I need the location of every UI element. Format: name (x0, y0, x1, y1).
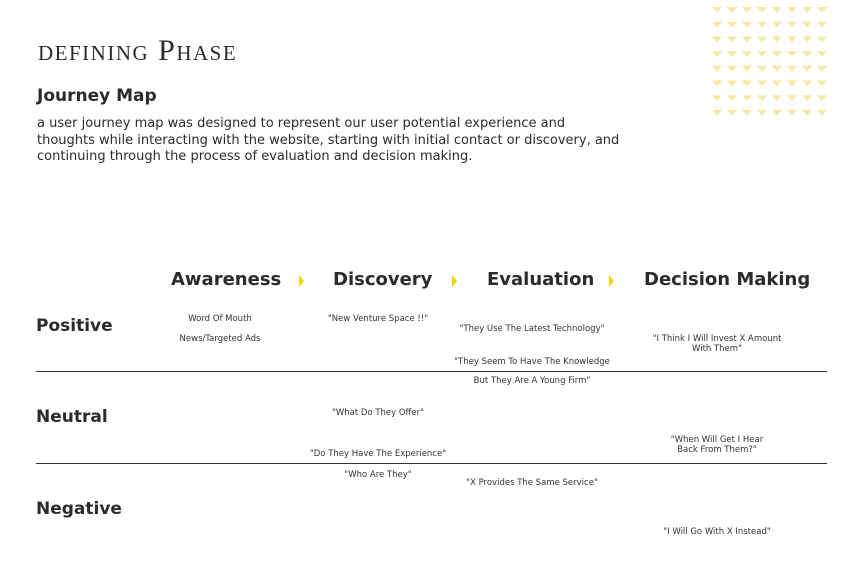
note-evaluation-same-service: "X Provides The Same Service" (466, 478, 598, 488)
note-decision-hear-back: "When Will Get I Hear Back From Them?" (671, 435, 763, 455)
decorative-triangle (772, 36, 782, 43)
decorative-triangle (802, 95, 812, 102)
decorative-triangle (802, 21, 812, 28)
row-label-neutral: Neutral (36, 407, 108, 427)
decorative-triangle (712, 36, 722, 43)
decorative-triangle (787, 36, 797, 43)
decorative-triangle (757, 21, 767, 28)
stage-awareness: Awareness (171, 269, 282, 290)
decorative-triangle (772, 51, 782, 58)
decorative-triangle (712, 95, 722, 102)
decorative-triangle (817, 7, 827, 13)
decorative-triangle (817, 80, 827, 87)
decorative-triangle (712, 109, 722, 116)
note-awareness-news-ads: News/Targeted Ads (179, 334, 261, 344)
decorative-triangle (727, 51, 737, 58)
decorative-triangle (757, 109, 767, 116)
decorative-triangle (742, 65, 752, 72)
stage-arrow-icon (452, 275, 457, 287)
stage-arrow-icon (299, 275, 304, 287)
row-label-negative: Negative (36, 499, 122, 519)
row-label-positive: Positive (36, 316, 113, 336)
decorative-triangle (712, 51, 722, 58)
decorative-triangle (772, 80, 782, 87)
decorative-triangle (742, 80, 752, 87)
decorative-triangle (817, 51, 827, 58)
note-line: Back From Them?" (677, 444, 757, 455)
decorative-triangle (727, 7, 737, 13)
decorative-triangle (817, 21, 827, 28)
decorative-triangle (787, 95, 797, 102)
decorative-triangle (772, 109, 782, 116)
decorative-triangle (727, 95, 737, 102)
decorative-triangle (757, 80, 767, 87)
section-heading: Journey Map (37, 86, 157, 106)
note-discovery-new-venture: "New Venture Space !!" (327, 314, 429, 324)
note-discovery-who-are-they: "Who Are They" (344, 470, 412, 480)
decorative-triangle-pattern (712, 7, 827, 116)
note-decision-invest: "I Think I Will Invest X Amount With The… (653, 334, 782, 354)
decorative-triangle (757, 65, 767, 72)
decorative-triangle (712, 7, 722, 13)
decorative-triangle (802, 7, 812, 13)
decorative-triangle (817, 36, 827, 43)
note-discovery-what-offer: "What Do They Offer" (331, 408, 425, 418)
note-decision-go-with-x: "I Will Go With X Instead" (663, 527, 771, 537)
stage-discovery: Discovery (333, 269, 433, 290)
stage-evaluation: Evaluation (487, 269, 595, 290)
row-divider (36, 371, 827, 372)
decorative-triangle (787, 21, 797, 28)
decorative-triangle (727, 65, 737, 72)
stage-arrow-icon (609, 275, 614, 287)
decorative-triangle (787, 51, 797, 58)
decorative-triangle (802, 51, 812, 58)
decorative-triangle (802, 65, 812, 72)
note-line: With Them" (691, 343, 742, 354)
decorative-triangle (787, 7, 797, 13)
decorative-triangle (727, 109, 737, 116)
section-description: a user journey map was designed to repre… (37, 116, 620, 164)
phase-title: defining Phase (38, 34, 238, 67)
decorative-triangle (757, 36, 767, 43)
decorative-triangle (727, 80, 737, 87)
decorative-triangle (742, 109, 752, 116)
decorative-triangle (817, 109, 827, 116)
decorative-triangle (712, 80, 722, 87)
decorative-triangle (802, 80, 812, 87)
decorative-triangle (772, 95, 782, 102)
decorative-triangle (757, 95, 767, 102)
decorative-triangle (757, 7, 767, 13)
note-evaluation-knowledge: "They Seem To Have The Knowledge (454, 357, 610, 367)
decorative-triangle (817, 95, 827, 102)
decorative-triangle (802, 36, 812, 43)
decorative-triangle (727, 36, 737, 43)
decorative-triangle (757, 51, 767, 58)
decorative-triangle (817, 65, 827, 72)
note-evaluation-latest-tech: "They Use The Latest Technology" (459, 324, 605, 334)
decorative-triangle (772, 65, 782, 72)
decorative-triangle (787, 65, 797, 72)
decorative-triangle (727, 21, 737, 28)
decorative-triangle (772, 21, 782, 28)
decorative-triangle (742, 21, 752, 28)
note-awareness-word-of-mouth: Word Of Mouth (188, 314, 252, 324)
decorative-triangle (742, 95, 752, 102)
note-discovery-experience: "Do They Have The Experience" (309, 449, 447, 459)
row-divider (36, 463, 827, 464)
decorative-triangle (787, 109, 797, 116)
stage-decision-making: Decision Making (644, 269, 811, 290)
decorative-triangle (712, 65, 722, 72)
decorative-triangle (742, 7, 752, 13)
decorative-triangle (787, 80, 797, 87)
decorative-triangle (742, 36, 752, 43)
decorative-triangle (772, 7, 782, 13)
decorative-triangle (712, 21, 722, 28)
decorative-triangle (802, 109, 812, 116)
note-evaluation-young-firm: But They Are A Young Firm" (473, 376, 591, 386)
decorative-triangle (742, 51, 752, 58)
